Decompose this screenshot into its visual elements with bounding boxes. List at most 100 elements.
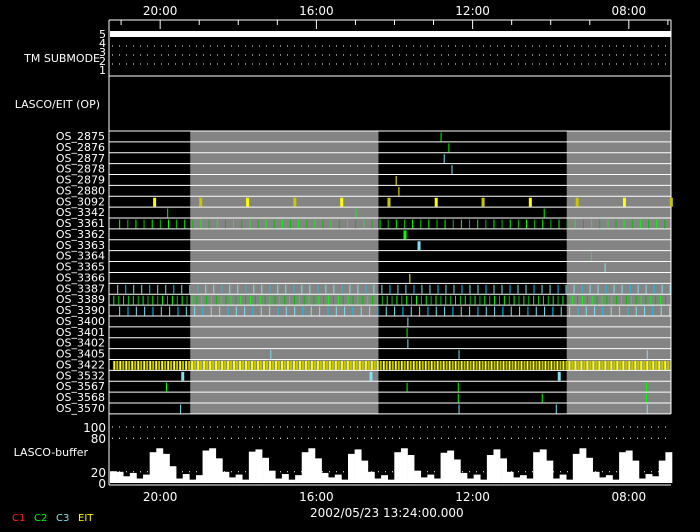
event-mark	[547, 360, 550, 370]
event-mark	[420, 295, 422, 305]
event-mark	[415, 360, 418, 370]
event-mark	[118, 295, 120, 305]
event-mark	[508, 295, 510, 305]
event-mark	[577, 306, 579, 316]
event-mark	[349, 284, 351, 294]
event-mark	[645, 284, 647, 294]
event-mark	[337, 295, 339, 305]
event-mark	[360, 306, 362, 316]
event-mark	[529, 360, 532, 370]
event-mark	[134, 360, 137, 370]
event-mark	[268, 360, 271, 370]
event-mark	[478, 360, 481, 370]
event-mark	[613, 360, 616, 370]
event-mark	[479, 295, 481, 305]
event-mark	[294, 306, 296, 316]
event-mark	[460, 360, 463, 370]
event-mark	[565, 360, 568, 370]
buffer-bar	[348, 453, 355, 483]
buffer-bar	[334, 474, 342, 483]
event-mark	[439, 360, 442, 370]
event-mark	[437, 284, 439, 294]
buffer-bar	[592, 471, 600, 483]
event-mark	[435, 306, 437, 316]
event-mark	[550, 219, 552, 229]
event-mark	[543, 208, 545, 218]
event-mark	[301, 360, 304, 370]
buffer-bar	[632, 460, 640, 483]
event-mark	[318, 295, 320, 305]
event-mark	[277, 284, 279, 294]
event-mark	[503, 295, 505, 305]
event-mark	[428, 219, 430, 229]
event-mark	[625, 360, 628, 370]
event-mark	[421, 360, 424, 370]
event-mark	[661, 360, 664, 370]
event-mark	[628, 360, 631, 370]
event-mark	[382, 360, 385, 370]
event-mark	[510, 306, 512, 316]
event-mark	[128, 360, 131, 370]
buffer-bar	[281, 474, 289, 483]
buffer-bar	[579, 448, 587, 483]
event-mark	[259, 295, 261, 305]
event-mark	[498, 295, 500, 305]
event-mark	[481, 197, 485, 207]
event-mark	[466, 360, 469, 370]
event-mark	[277, 306, 279, 316]
event-mark	[418, 360, 421, 370]
event-mark	[332, 295, 334, 305]
event-mark	[230, 360, 233, 370]
event-mark	[430, 360, 433, 370]
legend-c3: C3	[56, 513, 69, 524]
buffer-bar	[301, 452, 309, 483]
event-mark	[361, 360, 364, 370]
event-mark	[173, 360, 176, 370]
event-mark	[322, 360, 325, 370]
event-mark	[127, 306, 129, 316]
event-mark	[293, 197, 297, 207]
event-mark	[425, 295, 427, 305]
event-mark	[355, 208, 357, 218]
event-mark	[405, 284, 407, 294]
event-mark	[201, 295, 203, 305]
event-mark	[144, 306, 146, 316]
event-mark	[298, 295, 300, 305]
event-mark	[601, 360, 604, 370]
event-mark	[649, 360, 652, 370]
event-mark	[357, 295, 359, 305]
legend: C1 C2 C3 EIT	[12, 513, 94, 524]
event-mark	[333, 284, 335, 294]
event-mark	[284, 295, 286, 305]
event-mark	[585, 306, 587, 316]
event-mark	[577, 295, 579, 305]
event-mark	[639, 219, 641, 229]
event-mark	[149, 284, 151, 294]
buffer-label: LASCO-buffer	[14, 446, 89, 459]
event-mark	[212, 360, 215, 370]
event-mark	[364, 360, 367, 370]
event-mark	[199, 197, 203, 207]
event-mark	[634, 360, 637, 370]
event-mark	[565, 284, 567, 294]
event-mark	[597, 284, 599, 294]
event-mark	[165, 284, 167, 294]
buffer-bar	[519, 475, 527, 483]
event-mark	[269, 306, 271, 316]
event-mark	[273, 219, 275, 229]
event-mark	[159, 219, 161, 229]
event-mark	[533, 284, 535, 294]
event-mark	[274, 360, 277, 370]
event-mark	[664, 219, 666, 229]
buffer-bar	[162, 453, 170, 483]
event-mark	[586, 360, 589, 370]
buffer-bar	[143, 474, 150, 483]
event-mark	[637, 284, 639, 294]
event-mark	[389, 284, 391, 294]
event-mark	[241, 219, 243, 229]
event-mark	[254, 295, 256, 305]
event-mark	[210, 306, 212, 316]
event-mark	[574, 219, 576, 229]
event-mark	[337, 360, 340, 370]
event-mark	[381, 284, 383, 294]
